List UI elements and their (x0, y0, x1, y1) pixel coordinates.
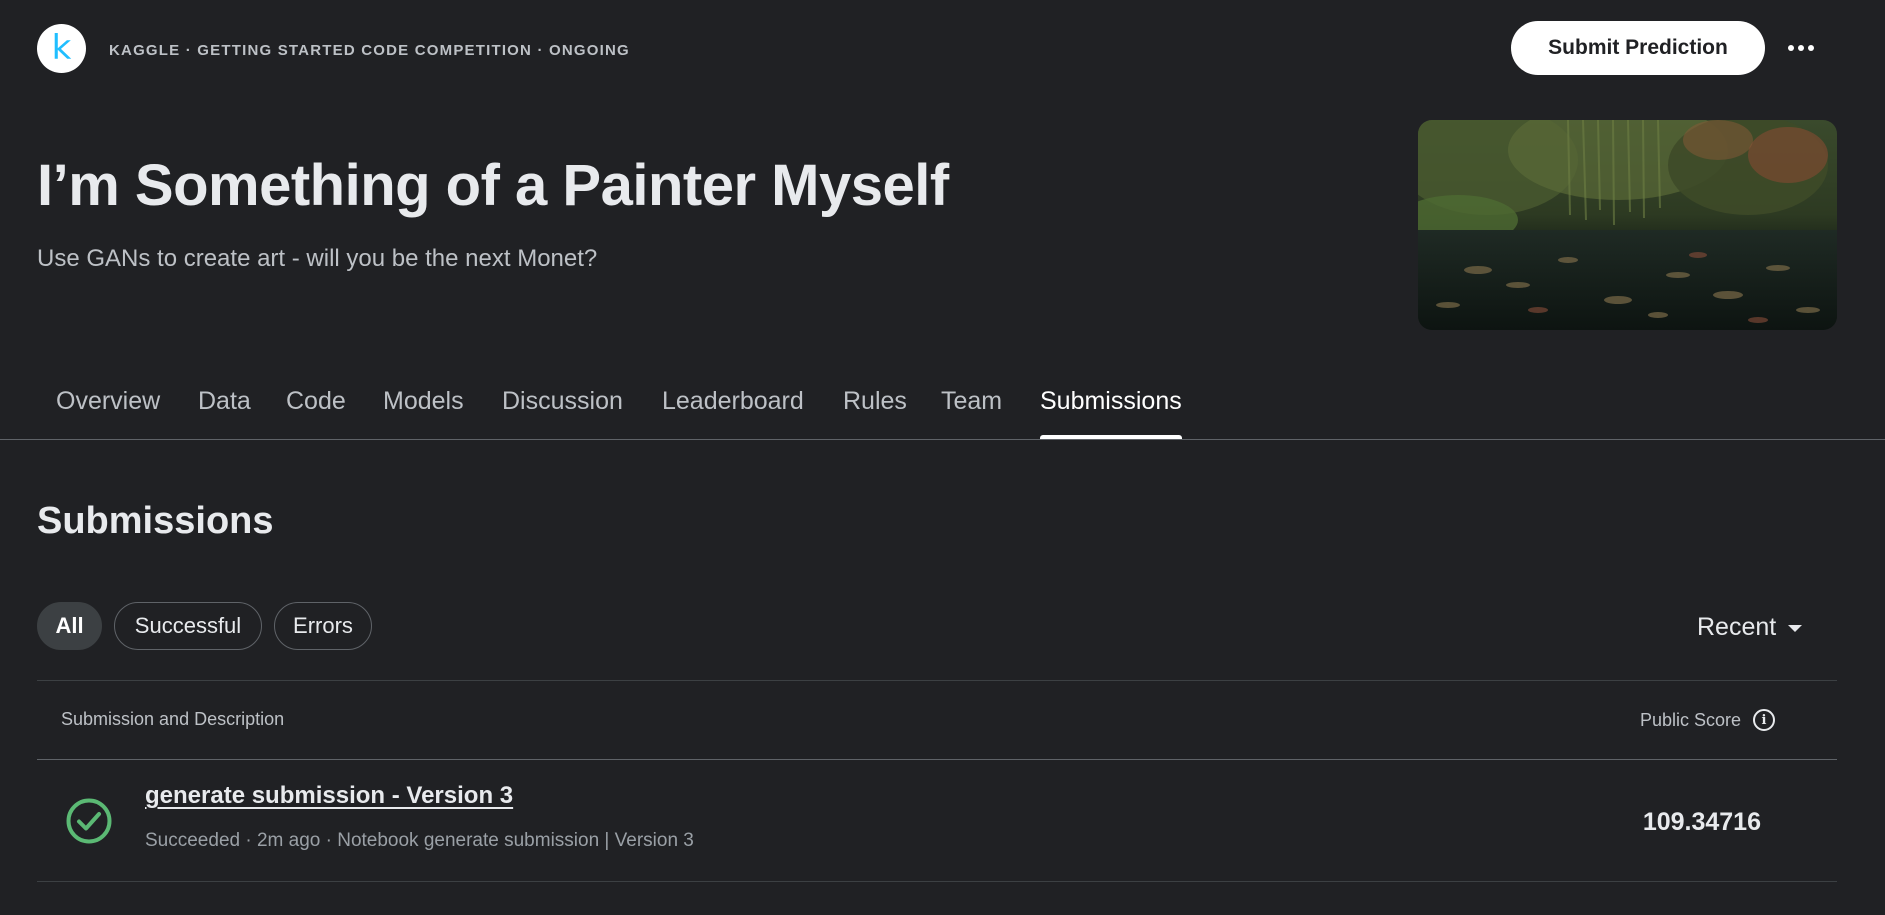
tab-rules[interactable]: Rules (843, 387, 907, 439)
kaggle-logo[interactable]: k (37, 24, 86, 73)
tab-data[interactable]: Data (198, 387, 251, 439)
tab-leaderboard[interactable]: Leaderboard (662, 387, 804, 439)
check-circle-icon (66, 798, 112, 844)
sort-label: Recent (1697, 612, 1777, 641)
tab-overview[interactable]: Overview (56, 387, 160, 439)
tab-team[interactable]: Team (941, 387, 1002, 439)
table-row: generate submission - Version 3 Succeede… (37, 760, 1837, 882)
filter-all-chip[interactable]: All (37, 602, 102, 650)
public-score-label: Public Score (1639, 709, 1741, 730)
more-options-icon[interactable] (1782, 32, 1820, 64)
page-subtitle: Use GANs to create art - will you be the… (37, 245, 598, 272)
kaggle-logo-letter: k (51, 27, 72, 68)
breadcrumb: KAGGLE · GETTING STARTED CODE COMPETITIO… (109, 42, 630, 59)
tab-submissions[interactable]: Submissions (1040, 387, 1182, 439)
tab-models[interactable]: Models (383, 387, 464, 439)
competition-banner-image (1418, 120, 1837, 330)
submit-prediction-button[interactable]: Submit Prediction (1511, 21, 1765, 75)
chevron-down-icon (1788, 624, 1803, 632)
submission-meta: Succeeded · 2m ago · Notebook generate s… (145, 830, 694, 851)
column-header-public-score: Public Score i (1640, 709, 1775, 731)
info-icon[interactable]: i (1753, 709, 1775, 731)
submission-title-link[interactable]: generate submission - Version 3 (145, 782, 513, 810)
page-title: I’m Something of a Painter Myself (37, 153, 949, 218)
submissions-table: Submission and Description Public Score … (37, 680, 1837, 882)
sort-dropdown[interactable]: Recent (1697, 610, 1803, 644)
public-score-value: 109.34716 (1642, 808, 1761, 836)
table-header: Submission and Description Public Score … (37, 680, 1837, 760)
tab-code[interactable]: Code (286, 387, 346, 439)
submissions-heading: Submissions (37, 500, 274, 542)
column-header-submission: Submission and Description (61, 709, 285, 729)
top-bar: k KAGGLE · GETTING STARTED CODE COMPETIT… (0, 0, 1885, 96)
competition-tabs: Overview Data Code Models Discussion Lea… (0, 370, 1885, 440)
filter-successful-chip[interactable]: Successful (114, 602, 262, 650)
tab-discussion[interactable]: Discussion (502, 387, 623, 439)
filter-errors-chip[interactable]: Errors (274, 602, 372, 650)
